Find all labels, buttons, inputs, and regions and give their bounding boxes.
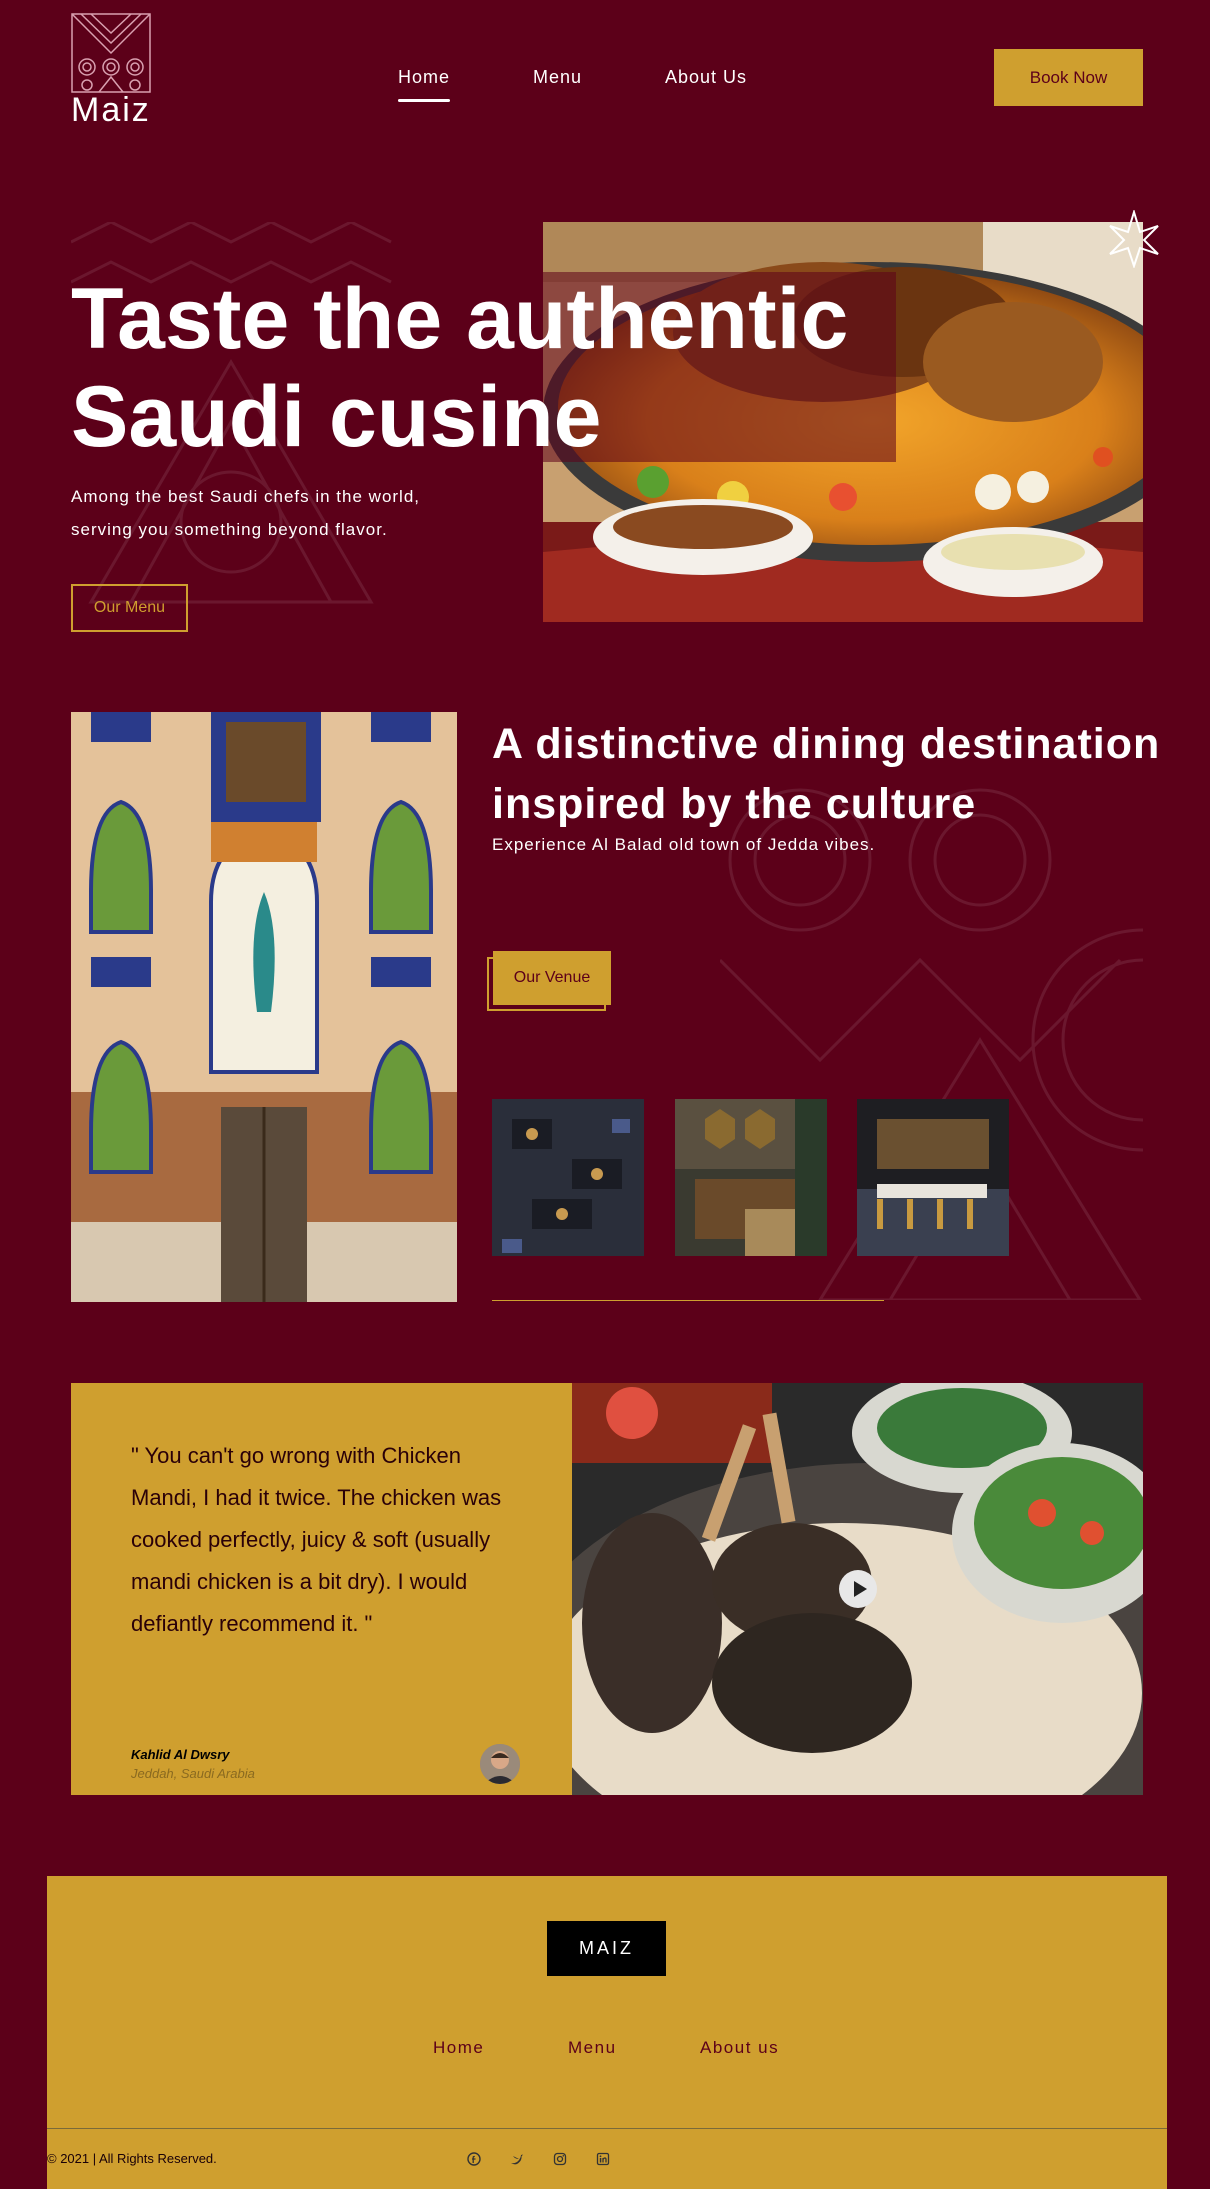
footer-logo[interactable]: MAIZ xyxy=(547,1921,666,1976)
footer-divider xyxy=(47,2128,1167,2129)
twitter-icon[interactable] xyxy=(510,2152,524,2166)
venue-thumbnail-1[interactable] xyxy=(492,1099,644,1256)
testimonial-quote: " You can't go wrong with Chicken Mandi,… xyxy=(131,1443,502,1636)
instagram-icon[interactable] xyxy=(553,2152,567,2166)
hero-subtitle: Among the best Saudi chefs in the world,… xyxy=(71,487,421,539)
author-avatar xyxy=(480,1744,520,1784)
brand-name: Maiz xyxy=(71,91,151,129)
play-video-button[interactable] xyxy=(839,1570,877,1608)
star-ornament-icon xyxy=(1109,210,1159,268)
copyright-text: © 2021 | All Rights Reserved. xyxy=(47,2151,217,2166)
site-footer: MAIZ Home Menu About us © 2021 | All Rig… xyxy=(47,1876,1167,2189)
venue-title: A distinctive dining destination inspire… xyxy=(492,720,1161,828)
footer-menu-link[interactable]: Menu xyxy=(568,2038,617,2058)
nav-home-link[interactable]: Home xyxy=(398,67,451,102)
venue-thumbnail-2[interactable] xyxy=(675,1099,827,1256)
footer-about-link[interactable]: About us xyxy=(700,2038,779,2058)
venue-thumbnail-3[interactable] xyxy=(857,1099,1009,1256)
linkedin-icon[interactable] xyxy=(596,2152,610,2166)
our-venue-button[interactable]: Our Venue xyxy=(493,951,611,1005)
nav-about-link[interactable]: About Us xyxy=(665,67,747,88)
cultural-facade-image xyxy=(71,712,457,1302)
nav-menu-link[interactable]: Menu xyxy=(533,67,582,88)
facebook-icon[interactable] xyxy=(467,2152,481,2166)
venue-subtitle: Experience Al Balad old town of Jedda vi… xyxy=(492,835,876,854)
footer-home-link[interactable]: Home xyxy=(433,2038,484,2058)
hero-title: Taste the authentic Saudi cusine xyxy=(71,271,849,465)
book-now-button[interactable]: Book Now xyxy=(994,49,1143,106)
testimonial-card: " You can't go wrong with Chicken Mandi,… xyxy=(71,1383,572,1795)
section-divider xyxy=(492,1300,884,1301)
testimonial-author: Kahlid Al Dwsry xyxy=(131,1747,230,1762)
our-menu-button[interactable]: Our Menu xyxy=(71,584,188,632)
logo-emblem-icon xyxy=(71,13,151,93)
brand-logo[interactable]: Maiz xyxy=(71,13,151,130)
testimonial-location: Jeddah, Saudi Arabia xyxy=(131,1766,255,1781)
